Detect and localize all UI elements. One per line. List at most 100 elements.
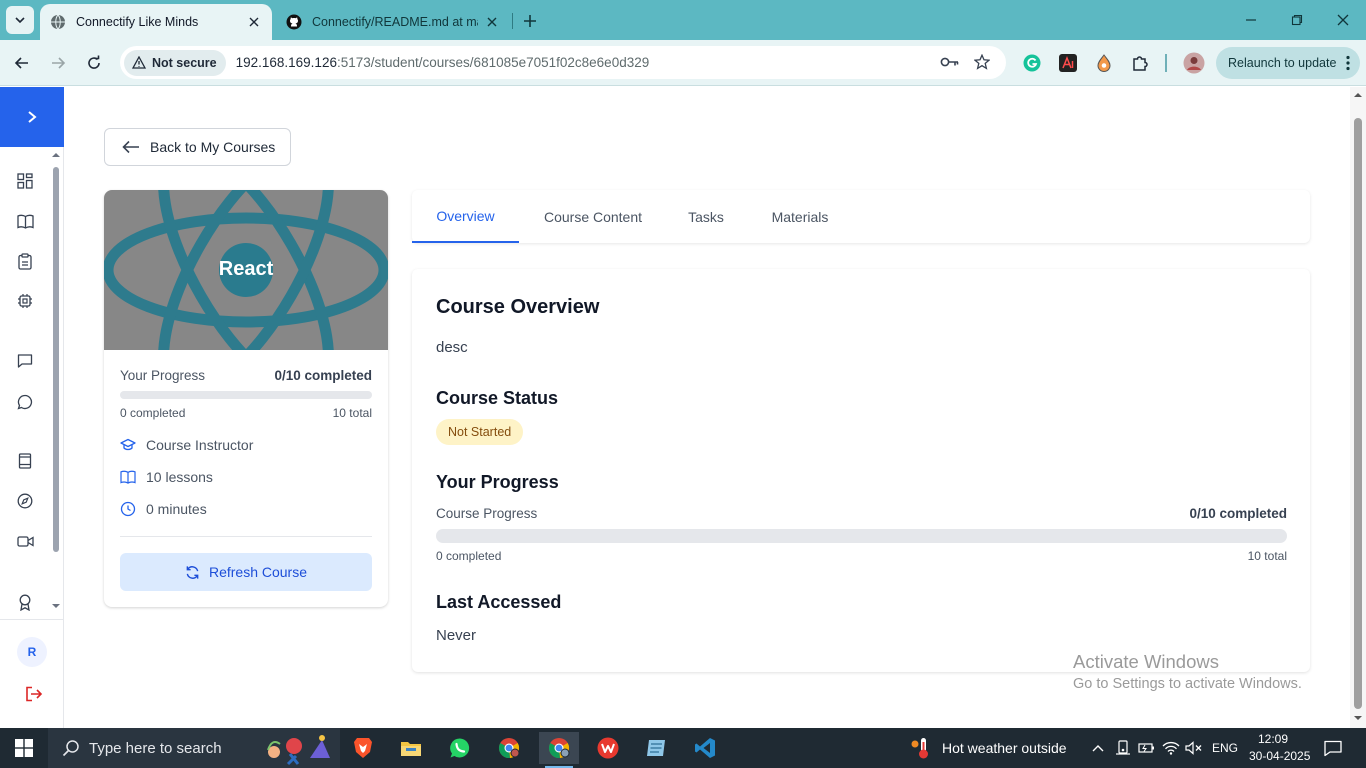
status-badge: Not Started	[436, 419, 524, 445]
sidebar-item-achievements[interactable]	[15, 592, 35, 612]
security-chip[interactable]: Not secure	[124, 49, 226, 76]
tab-title: Connectify/README.md at main	[312, 15, 478, 29]
folder-icon	[401, 742, 421, 756]
graduation-cap-icon	[120, 438, 136, 451]
clock-date[interactable]: 30-04-2025	[1249, 749, 1310, 763]
sidebar-scrollbar[interactable]	[52, 153, 60, 612]
tab-materials[interactable]: Materials	[759, 190, 841, 243]
search-icon	[62, 740, 79, 757]
url-text[interactable]: 192.168.169.126:5173/student/courses/681…	[236, 55, 650, 70]
sidebar-item-messages[interactable]	[15, 351, 35, 371]
cpu-icon	[18, 294, 32, 308]
course-progress-label: Course Progress	[436, 506, 538, 521]
sidebar-item-courses[interactable]	[15, 211, 35, 231]
taskbar-chrome-active[interactable]	[539, 732, 579, 768]
grid-icon	[17, 173, 33, 189]
taskbar-search-box[interactable]: Type here to search	[48, 728, 340, 768]
brave-icon	[354, 738, 372, 758]
taskbar-whatsapp[interactable]	[440, 732, 480, 764]
tab-search-button[interactable]	[6, 6, 34, 34]
sidebar-item-dashboard[interactable]	[15, 171, 35, 191]
sidebar-item-library[interactable]	[15, 451, 35, 471]
minimize-button[interactable]	[1228, 0, 1274, 40]
progress-value: 0/10 completed	[274, 368, 372, 383]
overview-total-count: 10 total	[1247, 549, 1287, 563]
sidebar-scroll-thumb[interactable]	[53, 167, 59, 552]
user-avatar[interactable]: R	[17, 637, 47, 667]
back-nav-button[interactable]	[8, 49, 36, 77]
language-indicator[interactable]: ENG	[1212, 741, 1238, 755]
notification-center-button[interactable]	[1323, 738, 1343, 758]
refresh-icon	[186, 565, 199, 579]
extension-orange-icon[interactable]	[1093, 52, 1115, 74]
card-divider	[120, 536, 372, 537]
course-thumbnail: React	[104, 190, 388, 350]
page-scrollbar[interactable]	[1350, 87, 1366, 728]
taskbar-chrome[interactable]	[489, 732, 529, 764]
speaker-muted-icon[interactable]	[1184, 738, 1204, 758]
relaunch-button[interactable]: Relaunch to update	[1216, 47, 1360, 79]
forward-nav-button[interactable]	[44, 49, 72, 77]
new-tab-button[interactable]	[519, 10, 541, 32]
close-icon	[1337, 14, 1349, 26]
adobe-extension-icon[interactable]	[1057, 52, 1079, 74]
grammarly-extension-icon[interactable]	[1021, 52, 1043, 74]
tab-overview[interactable]: Overview	[412, 190, 519, 243]
overview-progress-bar	[436, 529, 1287, 543]
tab-separator	[512, 13, 513, 29]
globe-icon	[51, 14, 65, 30]
extensions-puzzle-icon[interactable]	[1129, 52, 1151, 74]
restore-button[interactable]	[1274, 0, 1320, 40]
close-tab-icon[interactable]	[484, 14, 500, 30]
clock-icon	[120, 501, 136, 517]
taskbar-brave[interactable]	[343, 732, 383, 764]
overview-progress-counts: 0 completed 10 total	[436, 549, 1287, 563]
back-button-label: Back to My Courses	[150, 139, 276, 155]
taskbar-notes-app[interactable]	[636, 732, 676, 764]
wifi-icon[interactable]	[1161, 738, 1181, 758]
weather-widget[interactable]: Hot weather outside	[910, 728, 1067, 768]
chevron-down-icon	[15, 17, 25, 24]
tray-device-icon[interactable]	[1113, 738, 1133, 758]
logout-button[interactable]	[24, 684, 44, 704]
profile-avatar-icon[interactable]	[1183, 52, 1205, 74]
bookmark-star-icon[interactable]	[972, 52, 992, 72]
sidebar-item-chat[interactable]	[15, 392, 35, 412]
notepad-icon	[647, 740, 665, 756]
progress-row: Your Progress 0/10 completed	[120, 368, 372, 383]
weather-text: Hot weather outside	[942, 740, 1067, 756]
tab-connectify[interactable]: Connectify Like Minds	[40, 4, 272, 40]
clock-time[interactable]: 12:09	[1258, 732, 1288, 746]
arrow-left-icon	[122, 140, 139, 154]
taskbar-vscode[interactable]	[685, 732, 725, 764]
sidebar-item-explore[interactable]	[15, 491, 35, 511]
close-tab-icon[interactable]	[246, 14, 262, 30]
tab-readme[interactable]: Connectify/README.md at main	[276, 4, 510, 40]
sidebar-item-video[interactable]	[15, 531, 35, 551]
refresh-course-button[interactable]: Refresh Course	[120, 553, 372, 591]
course-thumbnail-title: React	[218, 258, 274, 280]
start-button[interactable]	[4, 732, 44, 764]
tab-course-content[interactable]: Course Content	[531, 190, 655, 243]
restore-icon	[1291, 14, 1303, 26]
video-icon	[16, 535, 34, 547]
taskbar-file-explorer[interactable]	[391, 732, 431, 764]
password-key-icon[interactable]	[940, 52, 960, 72]
tab-tasks[interactable]: Tasks	[676, 190, 736, 243]
back-to-courses-button[interactable]: Back to My Courses	[104, 128, 291, 166]
page-scroll-thumb[interactable]	[1354, 118, 1362, 709]
sidebar-item-cpu[interactable]	[15, 291, 35, 311]
sidebar-item-tasks[interactable]	[15, 251, 35, 271]
close-window-button[interactable]	[1320, 0, 1366, 40]
overview-panel: Course Overview desc Course Status Not S…	[412, 269, 1310, 672]
warning-icon	[132, 56, 146, 69]
chrome-icon	[548, 738, 570, 759]
reload-button[interactable]	[80, 49, 108, 77]
tray-power-icon[interactable]	[1137, 738, 1157, 758]
taskbar-wps-office[interactable]	[588, 732, 628, 764]
windows-taskbar: Type here to search Hot weather outside	[0, 728, 1366, 768]
address-bar[interactable]: Not secure 192.168.169.126:5173/student/…	[120, 46, 1006, 79]
duration-row: 0 minutes	[120, 501, 207, 517]
sidebar-toggle-button[interactable]	[0, 87, 64, 147]
tray-overflow-button[interactable]	[1088, 738, 1108, 758]
